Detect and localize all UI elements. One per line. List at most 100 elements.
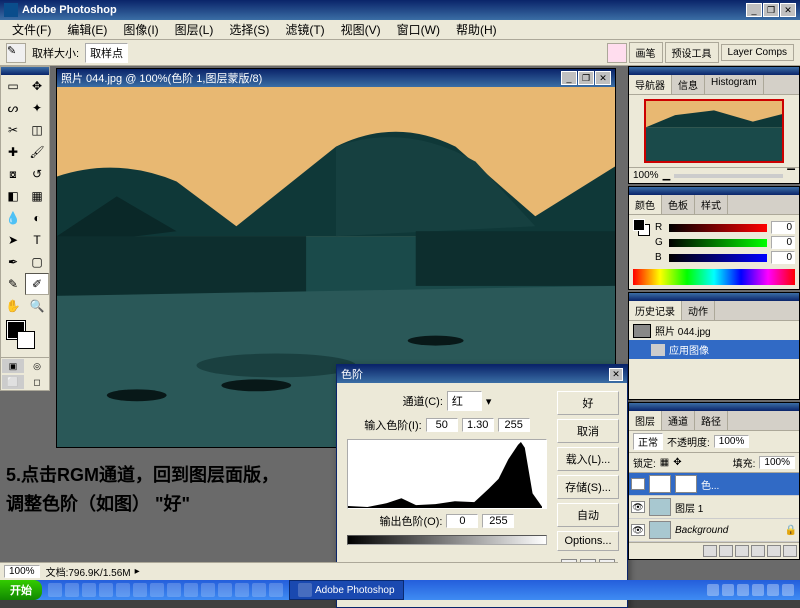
quicklaunch-icon[interactable] (252, 583, 266, 597)
lock-pixels-icon[interactable]: ▦ (660, 457, 669, 468)
color-swatches[interactable] (1, 317, 49, 357)
sample-size-select[interactable]: 取样点 (85, 43, 128, 63)
path-tool[interactable]: ➤ (1, 229, 25, 251)
menu-image[interactable]: 图像(I) (115, 19, 166, 40)
tray-icon[interactable] (722, 584, 734, 596)
tray-icon[interactable] (782, 584, 794, 596)
layer-background[interactable]: 👁 Background 🔒 (629, 519, 799, 542)
taskbar-app[interactable]: Adobe Photoshop (289, 580, 404, 600)
brush-preset-icon[interactable] (607, 43, 627, 63)
history-brush-tool[interactable]: ↺ (25, 163, 49, 185)
tab-color[interactable]: 颜色 (629, 195, 662, 214)
output-black-field[interactable] (446, 514, 478, 528)
tab-channels[interactable]: 通道 (662, 411, 695, 430)
maximize-button[interactable]: ❐ (763, 3, 779, 17)
eyedropper-tool[interactable]: ✐ (25, 273, 49, 295)
background-color[interactable] (17, 331, 35, 349)
standard-mode[interactable]: ▣ (1, 358, 25, 374)
current-tool-icon[interactable]: ✎ (6, 43, 26, 63)
visibility-icon[interactable]: 👁 (631, 524, 645, 536)
visibility-icon[interactable]: 👁 (631, 501, 645, 513)
fill-value[interactable]: 100% (759, 456, 795, 469)
tab-paths[interactable]: 路径 (695, 411, 728, 430)
new-layer-icon[interactable] (767, 545, 781, 557)
layer-levels-adjustment[interactable]: 👁 ◐ 色... (629, 473, 799, 496)
close-button[interactable]: ✕ (780, 3, 796, 17)
zoom-tool[interactable]: 🔍 (25, 295, 49, 317)
nav-zoom-value[interactable]: 100% (633, 170, 659, 181)
menu-layer[interactable]: 图层(L) (167, 19, 222, 40)
doc-minimize[interactable]: _ (561, 71, 577, 85)
menu-view[interactable]: 视图(V) (333, 19, 389, 40)
history-snapshot[interactable]: 照片 044.jpg (629, 321, 799, 340)
quicklaunch-icon[interactable] (218, 583, 232, 597)
navigator-thumbnail[interactable] (644, 99, 784, 163)
tab-layers[interactable]: 图层 (629, 411, 662, 430)
minimize-button[interactable]: _ (746, 3, 762, 17)
options-button[interactable]: Options... (557, 531, 619, 551)
status-zoom[interactable]: 100% (4, 565, 40, 578)
input-white-field[interactable] (498, 418, 530, 432)
start-button[interactable]: 开始 (0, 580, 42, 600)
tab-histogram[interactable]: Histogram (705, 75, 764, 94)
tray-icon[interactable] (767, 584, 779, 596)
gradient-tool[interactable]: ▦ (25, 185, 49, 207)
menu-select[interactable]: 选择(S) (221, 19, 277, 40)
mask-icon[interactable] (719, 545, 733, 557)
tray-icon[interactable] (737, 584, 749, 596)
move-tool[interactable]: ✥ (25, 75, 49, 97)
stamp-tool[interactable]: ⧇ (1, 163, 25, 185)
load-button[interactable]: 载入(L)... (557, 447, 619, 471)
save-button[interactable]: 存储(S)... (557, 475, 619, 499)
r-value[interactable]: 0 (771, 221, 795, 234)
quicklaunch-icon[interactable] (269, 583, 283, 597)
quicklaunch-icon[interactable] (235, 583, 249, 597)
screen-full-menu[interactable]: ◻ (25, 374, 49, 390)
b-value[interactable]: 0 (771, 251, 795, 264)
dropdown-icon[interactable]: ▾ (486, 395, 492, 408)
tab-info[interactable]: 信息 (672, 75, 705, 94)
tab-layer-comps[interactable]: Layer Comps (721, 44, 794, 61)
fx-icon[interactable] (703, 545, 717, 557)
quicklaunch-icon[interactable] (116, 583, 130, 597)
status-arrow-icon[interactable]: ▸ (135, 566, 140, 577)
cancel-button[interactable]: 取消 (557, 419, 619, 443)
tab-history[interactable]: 历史记录 (629, 301, 682, 320)
b-slider[interactable] (669, 254, 767, 262)
marquee-tool[interactable]: ▭ (1, 75, 25, 97)
document-titlebar[interactable]: 照片 044.jpg @ 100%(色阶 1,图层蒙版/8) _ ❐ ✕ (57, 69, 615, 87)
g-value[interactable]: 0 (771, 236, 795, 249)
blur-tool[interactable]: 💧 (1, 207, 25, 229)
quicklaunch-icon[interactable] (82, 583, 96, 597)
eraser-tool[interactable]: ◧ (1, 185, 25, 207)
spectrum-picker[interactable] (633, 269, 795, 285)
tab-styles[interactable]: 样式 (695, 195, 728, 214)
dodge-tool[interactable]: ◐ (25, 207, 49, 229)
quicklaunch-icon[interactable] (99, 583, 113, 597)
tab-actions[interactable]: 动作 (682, 301, 715, 320)
history-state[interactable]: 应用图像 (629, 340, 799, 359)
levels-titlebar[interactable]: 色阶 ✕ (337, 365, 627, 383)
wand-tool[interactable]: ✦ (25, 97, 49, 119)
lasso-tool[interactable]: ᔕ (1, 97, 25, 119)
input-gamma-field[interactable] (462, 418, 494, 432)
menu-window[interactable]: 窗口(W) (389, 19, 448, 40)
pen-tool[interactable]: ✒ (1, 251, 25, 273)
g-slider[interactable] (669, 239, 767, 247)
tray-icon[interactable] (752, 584, 764, 596)
tab-brushes[interactable]: 画笔 (629, 42, 663, 63)
type-tool[interactable]: T (25, 229, 49, 251)
quicklaunch-icon[interactable] (48, 583, 62, 597)
output-gradient[interactable] (347, 535, 547, 545)
blend-mode-select[interactable]: 正常 (633, 433, 663, 450)
menu-edit[interactable]: 编辑(E) (59, 19, 115, 40)
hand-tool[interactable]: ✋ (1, 295, 25, 317)
auto-button[interactable]: 自动 (557, 503, 619, 527)
tab-tool-presets[interactable]: 预设工具 (665, 42, 719, 63)
quickmask-mode[interactable]: ◎ (25, 358, 49, 374)
ok-button[interactable]: 好 (557, 391, 619, 415)
quicklaunch-icon[interactable] (133, 583, 147, 597)
input-black-field[interactable] (426, 418, 458, 432)
quicklaunch-icon[interactable] (201, 583, 215, 597)
quicklaunch-icon[interactable] (167, 583, 181, 597)
